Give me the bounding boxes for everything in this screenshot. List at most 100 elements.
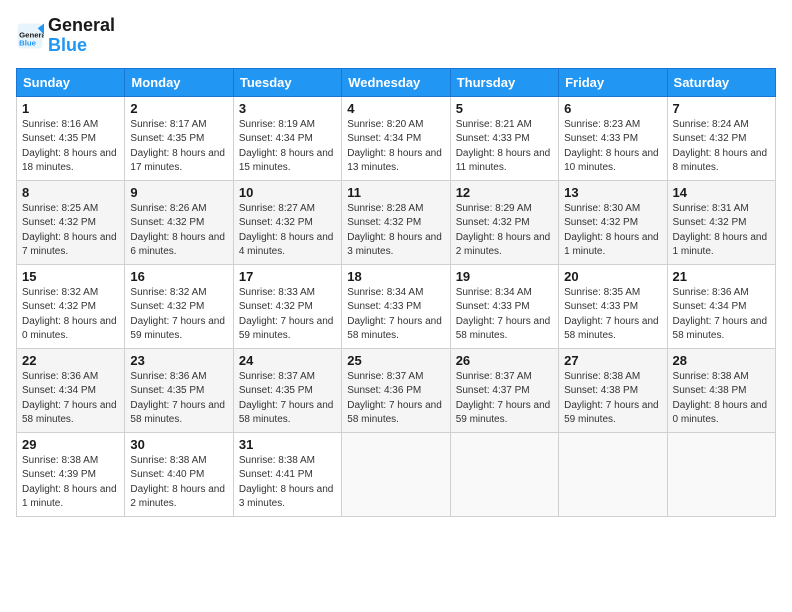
- day-info: Sunrise: 8:27 AMSunset: 4:32 PMDaylight:…: [239, 202, 336, 260]
- weekday-header: Monday: [125, 68, 233, 96]
- day-info: Sunrise: 8:37 AMSunset: 4:36 PMDaylight:…: [347, 370, 444, 428]
- weekday-header: Friday: [559, 68, 667, 96]
- calendar-cell: 30 Sunrise: 8:38 AMSunset: 4:40 PMDayligh…: [125, 432, 233, 516]
- calendar-cell: 25 Sunrise: 8:37 AMSunset: 4:36 PMDayligh…: [342, 348, 450, 432]
- day-info: Sunrise: 8:32 AMSunset: 4:32 PMDaylight:…: [22, 286, 119, 344]
- calendar-cell: 20 Sunrise: 8:35 AMSunset: 4:33 PMDayligh…: [559, 264, 667, 348]
- day-number: 21: [673, 269, 770, 284]
- day-info: Sunrise: 8:17 AMSunset: 4:35 PMDaylight:…: [130, 118, 227, 176]
- day-info: Sunrise: 8:38 AMSunset: 4:38 PMDaylight:…: [564, 370, 661, 428]
- calendar-header-row: SundayMondayTuesdayWednesdayThursdayFrid…: [17, 68, 776, 96]
- calendar-cell: 12 Sunrise: 8:29 AMSunset: 4:32 PMDayligh…: [450, 180, 558, 264]
- calendar-cell: 18 Sunrise: 8:34 AMSunset: 4:33 PMDayligh…: [342, 264, 450, 348]
- calendar-cell: 31 Sunrise: 8:38 AMSunset: 4:41 PMDayligh…: [233, 432, 341, 516]
- day-number: 19: [456, 269, 553, 284]
- day-info: Sunrise: 8:33 AMSunset: 4:32 PMDaylight:…: [239, 286, 336, 344]
- day-number: 12: [456, 185, 553, 200]
- day-number: 9: [130, 185, 227, 200]
- calendar-cell: 26Sunrise: 8:37 AMSunset: 4:37 PMDayligh…: [450, 348, 558, 432]
- weekday-header: Saturday: [667, 68, 775, 96]
- day-number: 18: [347, 269, 444, 284]
- weekday-header: Thursday: [450, 68, 558, 96]
- calendar-week-row: 1Sunrise: 8:16 AMSunset: 4:35 PMDaylight…: [17, 96, 776, 180]
- day-number: 25: [347, 353, 444, 368]
- calendar-week-row: 22Sunrise: 8:36 AMSunset: 4:34 PMDayligh…: [17, 348, 776, 432]
- calendar-cell: 17 Sunrise: 8:33 AMSunset: 4:32 PMDayligh…: [233, 264, 341, 348]
- svg-text:Blue: Blue: [19, 38, 37, 47]
- logo-text: General Blue: [48, 16, 115, 56]
- day-info: Sunrise: 8:34 AMSunset: 4:33 PMDaylight:…: [347, 286, 444, 344]
- day-number: 15: [22, 269, 119, 284]
- day-info: Sunrise: 8:38 AMSunset: 4:41 PMDaylight:…: [239, 454, 336, 512]
- day-info: Sunrise: 8:38 AMSunset: 4:39 PMDaylight:…: [22, 454, 119, 512]
- calendar-cell: 5Sunrise: 8:21 AMSunset: 4:33 PMDaylight…: [450, 96, 558, 180]
- calendar-cell: [667, 432, 775, 516]
- calendar-week-row: 15 Sunrise: 8:32 AMSunset: 4:32 PMDayligh…: [17, 264, 776, 348]
- day-number: 20: [564, 269, 661, 284]
- weekday-header: Tuesday: [233, 68, 341, 96]
- calendar-cell: 6Sunrise: 8:23 AMSunset: 4:33 PMDaylight…: [559, 96, 667, 180]
- calendar-cell: 8 Sunrise: 8:25 AMSunset: 4:32 PMDaylight…: [17, 180, 125, 264]
- calendar-cell: 10 Sunrise: 8:27 AMSunset: 4:32 PMDayligh…: [233, 180, 341, 264]
- calendar-cell: 27 Sunrise: 8:38 AMSunset: 4:38 PMDayligh…: [559, 348, 667, 432]
- day-info: Sunrise: 8:38 AMSunset: 4:40 PMDaylight:…: [130, 454, 227, 512]
- calendar-cell: [559, 432, 667, 516]
- day-number: 27: [564, 353, 661, 368]
- calendar-cell: 15 Sunrise: 8:32 AMSunset: 4:32 PMDayligh…: [17, 264, 125, 348]
- day-info: Sunrise: 8:20 AMSunset: 4:34 PMDaylight:…: [347, 118, 444, 176]
- day-number: 31: [239, 437, 336, 452]
- day-info: Sunrise: 8:31 AMSunset: 4:32 PMDaylight:…: [673, 202, 770, 260]
- calendar-cell: 4 Sunrise: 8:20 AMSunset: 4:34 PMDaylight…: [342, 96, 450, 180]
- logo-icon: General Blue: [16, 22, 44, 50]
- day-info: Sunrise: 8:24 AMSunset: 4:32 PMDaylight:…: [673, 118, 770, 176]
- calendar-cell: 2 Sunrise: 8:17 AMSunset: 4:35 PMDaylight…: [125, 96, 233, 180]
- day-info: Sunrise: 8:37 AMSunset: 4:37 PMDaylight:…: [456, 370, 553, 428]
- day-number: 3: [239, 101, 336, 116]
- day-info: Sunrise: 8:26 AMSunset: 4:32 PMDaylight:…: [130, 202, 227, 260]
- day-number: 8: [22, 185, 119, 200]
- calendar-cell: 13Sunrise: 8:30 AMSunset: 4:32 PMDayligh…: [559, 180, 667, 264]
- day-info: Sunrise: 8:32 AMSunset: 4:32 PMDaylight:…: [130, 286, 227, 344]
- calendar-cell: 7 Sunrise: 8:24 AMSunset: 4:32 PMDaylight…: [667, 96, 775, 180]
- day-number: 17: [239, 269, 336, 284]
- day-number: 1: [22, 101, 119, 116]
- day-info: Sunrise: 8:36 AMSunset: 4:34 PMDaylight:…: [673, 286, 770, 344]
- day-number: 13: [564, 185, 661, 200]
- day-info: Sunrise: 8:37 AMSunset: 4:35 PMDaylight:…: [239, 370, 336, 428]
- calendar-cell: [342, 432, 450, 516]
- day-info: Sunrise: 8:29 AMSunset: 4:32 PMDaylight:…: [456, 202, 553, 260]
- logo: General Blue General Blue: [16, 16, 115, 56]
- day-info: Sunrise: 8:38 AMSunset: 4:38 PMDaylight:…: [673, 370, 770, 428]
- day-number: 11: [347, 185, 444, 200]
- day-number: 16: [130, 269, 227, 284]
- weekday-header: Wednesday: [342, 68, 450, 96]
- day-number: 24: [239, 353, 336, 368]
- day-info: Sunrise: 8:25 AMSunset: 4:32 PMDaylight:…: [22, 202, 119, 260]
- day-info: Sunrise: 8:35 AMSunset: 4:33 PMDaylight:…: [564, 286, 661, 344]
- day-number: 4: [347, 101, 444, 116]
- day-number: 29: [22, 437, 119, 452]
- day-info: Sunrise: 8:36 AMSunset: 4:35 PMDaylight:…: [130, 370, 227, 428]
- calendar-cell: 23Sunrise: 8:36 AMSunset: 4:35 PMDayligh…: [125, 348, 233, 432]
- calendar-cell: 3 Sunrise: 8:19 AMSunset: 4:34 PMDaylight…: [233, 96, 341, 180]
- day-number: 14: [673, 185, 770, 200]
- day-number: 28: [673, 353, 770, 368]
- calendar-cell: 14 Sunrise: 8:31 AMSunset: 4:32 PMDayligh…: [667, 180, 775, 264]
- day-info: Sunrise: 8:28 AMSunset: 4:32 PMDaylight:…: [347, 202, 444, 260]
- calendar-cell: 28 Sunrise: 8:38 AMSunset: 4:38 PMDayligh…: [667, 348, 775, 432]
- day-number: 22: [22, 353, 119, 368]
- calendar-cell: 9 Sunrise: 8:26 AMSunset: 4:32 PMDaylight…: [125, 180, 233, 264]
- day-number: 10: [239, 185, 336, 200]
- day-number: 5: [456, 101, 553, 116]
- day-number: 7: [673, 101, 770, 116]
- day-number: 30: [130, 437, 227, 452]
- calendar-cell: 19Sunrise: 8:34 AMSunset: 4:33 PMDayligh…: [450, 264, 558, 348]
- calendar-cell: 1Sunrise: 8:16 AMSunset: 4:35 PMDaylight…: [17, 96, 125, 180]
- day-info: Sunrise: 8:23 AMSunset: 4:33 PMDaylight:…: [564, 118, 661, 176]
- calendar-week-row: 8 Sunrise: 8:25 AMSunset: 4:32 PMDaylight…: [17, 180, 776, 264]
- calendar-table: SundayMondayTuesdayWednesdayThursdayFrid…: [16, 68, 776, 517]
- weekday-header: Sunday: [17, 68, 125, 96]
- calendar-cell: 11 Sunrise: 8:28 AMSunset: 4:32 PMDayligh…: [342, 180, 450, 264]
- day-info: Sunrise: 8:19 AMSunset: 4:34 PMDaylight:…: [239, 118, 336, 176]
- day-number: 2: [130, 101, 227, 116]
